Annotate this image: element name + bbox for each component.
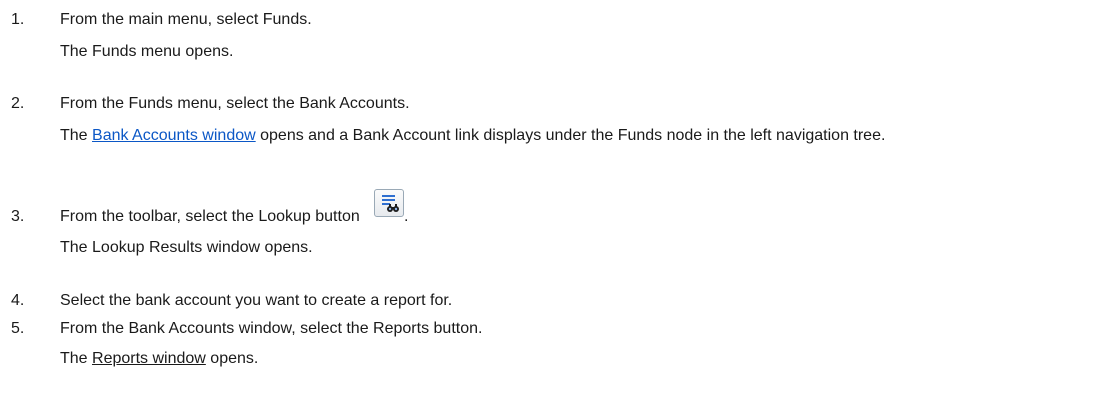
- step-4-number: 4.: [11, 292, 25, 309]
- bank-accounts-window-link[interactable]: Bank Accounts window: [92, 127, 256, 144]
- step-5-result-suffix: opens.: [205, 350, 259, 367]
- lookup-binoculars-icon: [375, 195, 403, 220]
- reports-window-link[interactable]: Reports window: [92, 350, 206, 367]
- lookup-button[interactable]: [374, 189, 404, 217]
- step-3-result: The Lookup Results window opens.: [60, 239, 313, 256]
- step-4-instruction: Select the bank account you want to crea…: [60, 292, 453, 309]
- step-3-instruction: From the toolbar, select the Lookup butt…: [60, 208, 360, 225]
- step-3-number: 3.: [11, 208, 25, 225]
- step-2-result-suffix: opens and a Bank Account link displays u…: [255, 127, 886, 144]
- step-5-instruction: From the Bank Accounts window, select th…: [60, 320, 483, 337]
- step-1-result: The Funds menu opens.: [60, 43, 234, 60]
- step-1-instruction: From the main menu, select Funds.: [60, 11, 312, 28]
- step-5-result-prefix: The: [60, 350, 93, 367]
- step-2-result: The Bank Accounts window opens and a Ban…: [60, 125, 1100, 147]
- step-5-number: 5.: [11, 320, 25, 337]
- step-2-instruction: From the Funds menu, select the Bank Acc…: [60, 95, 410, 112]
- step-5-result: The Reports window opens.: [60, 349, 258, 369]
- step-2-number: 2.: [11, 95, 25, 112]
- instructions-document: 1. From the main menu, select Funds. The…: [0, 0, 1113, 408]
- step-3-instruction-end: .: [404, 208, 409, 225]
- step-1-number: 1.: [11, 11, 25, 28]
- step-2-result-prefix: The: [60, 127, 93, 144]
